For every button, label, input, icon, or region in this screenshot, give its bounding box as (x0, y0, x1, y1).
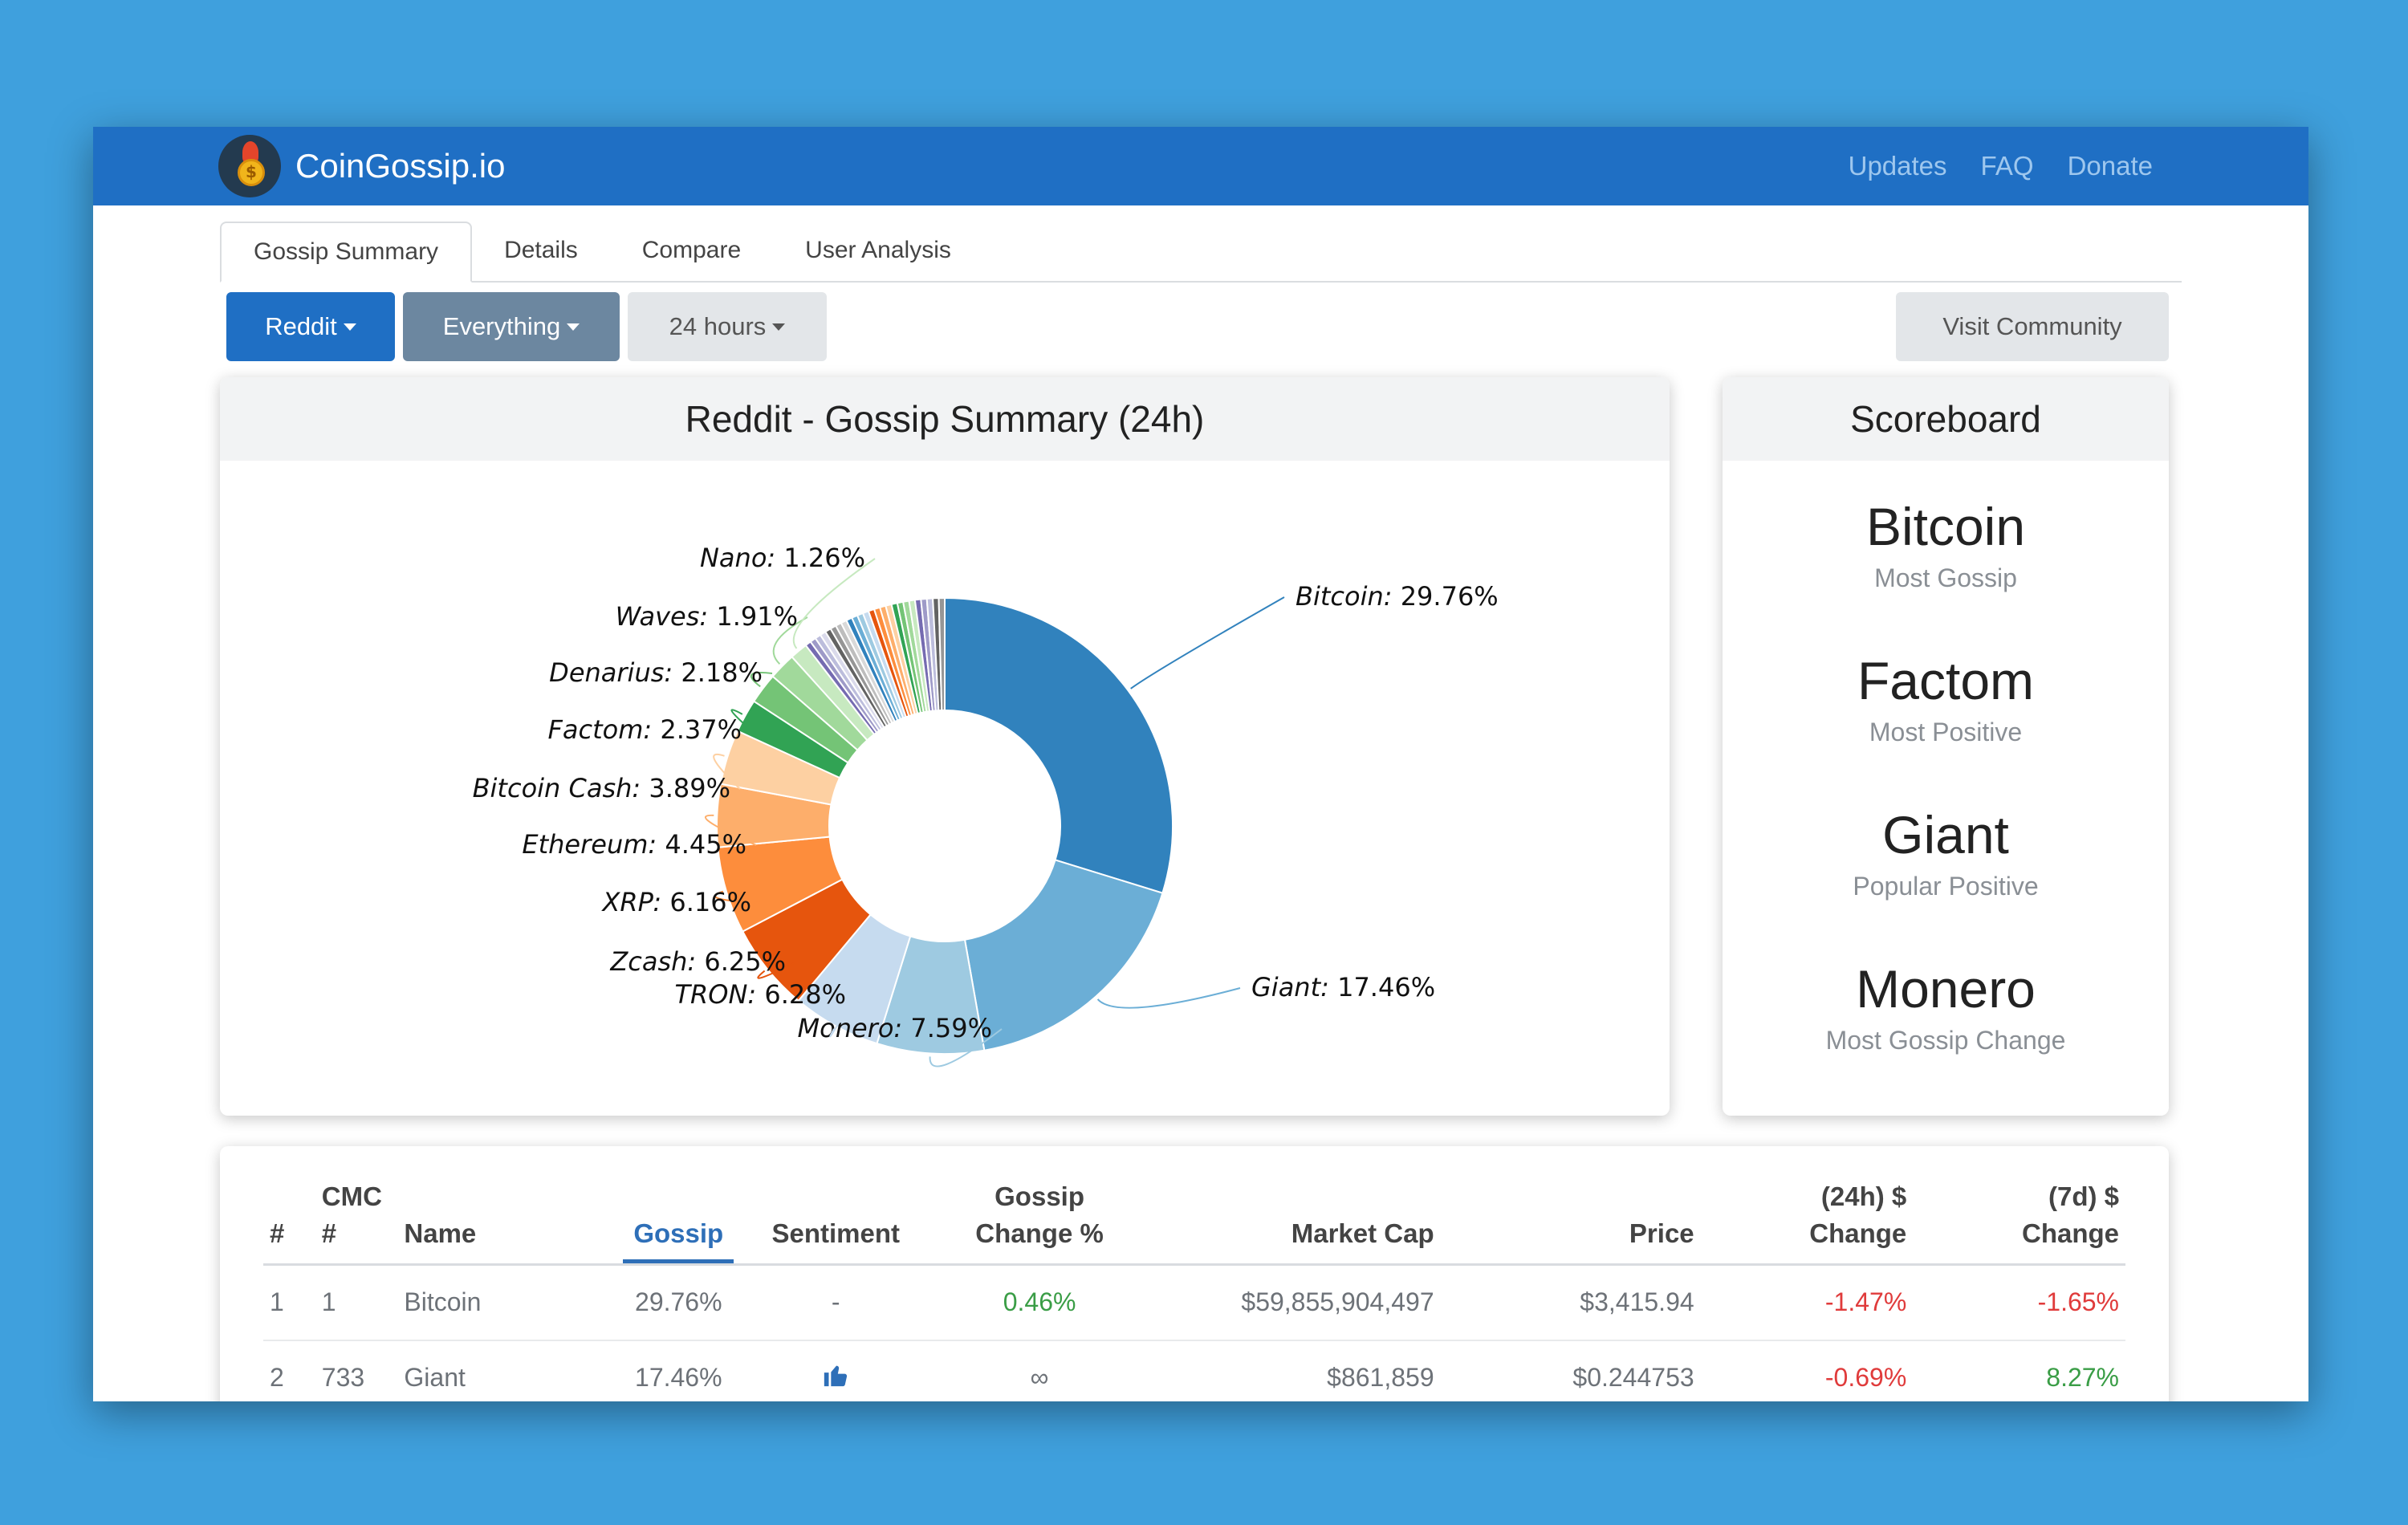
col-header-gossip[interactable]: Gossip (623, 1178, 734, 1266)
nav-link-donate[interactable]: Donate (2068, 151, 2153, 181)
score-label: Most Gossip Change (1825, 1026, 2066, 1055)
cell-gossip: 17.46% (623, 1340, 734, 1401)
brand[interactable]: CoinGossip.io (218, 133, 505, 199)
cell-change-7d: 8.27% (1913, 1340, 2125, 1401)
nav-links: Updates FAQ Donate (1815, 127, 2153, 205)
col-header-change-24h[interactable]: (24h) $ Change (1700, 1178, 1914, 1266)
cell-market-cap: $59,855,904,497 (1141, 1264, 1441, 1341)
table-row[interactable]: 2 733 Giant 17.46% ∞ $861,859 $0.244753 … (263, 1340, 2125, 1401)
tab-gossip-summary[interactable]: Gossip Summary (220, 222, 473, 283)
cell-price: $3,415.94 (1440, 1264, 1701, 1341)
pie-data-label: Factom: 2.37% (547, 714, 742, 745)
col-header-price[interactable]: Price (1440, 1178, 1701, 1266)
caret-down-icon (567, 323, 580, 331)
col-header-rank[interactable]: # (263, 1178, 315, 1266)
source-dropdown-label: Reddit (265, 312, 337, 340)
thumbs-up-icon (824, 1365, 848, 1386)
col-header-change-7d[interactable]: (7d) $ Change (1913, 1178, 2125, 1266)
score-most-positive: Factom Most Positive (1723, 650, 2169, 747)
cell-change-7d: -1.65% (1913, 1264, 2125, 1341)
scope-dropdown[interactable]: Everything (403, 292, 620, 361)
cell-gossip-change: ∞ (938, 1340, 1141, 1401)
scoreboard-title: Scoreboard (1723, 377, 2169, 461)
cell-gossip-change: 0.46% (938, 1264, 1141, 1341)
coingossip-logo-icon (218, 135, 281, 197)
pie-leader-line (1096, 987, 1241, 1009)
score-label: Most Positive (1869, 718, 2023, 746)
pie-slice-bitcoin[interactable] (944, 596, 1173, 894)
table-row[interactable]: 1 1 Bitcoin 29.76% - 0.46% $59,855,904,4… (263, 1264, 2125, 1341)
cell-price: $0.244753 (1440, 1340, 1701, 1401)
tab-user-analysis[interactable]: User Analysis (773, 220, 983, 281)
score-most-gossip: Bitcoin Most Gossip (1723, 496, 2169, 593)
period-dropdown[interactable]: 24 hours (628, 292, 827, 361)
pie-leader-line (1130, 596, 1285, 689)
score-label: Most Gossip (1874, 563, 2017, 592)
cell-name[interactable]: Giant (397, 1340, 624, 1401)
caret-down-icon (343, 323, 356, 331)
gossip-donut-chart: Bitcoin: 29.76% Giant: 17.46% Monero: 7.59… (473, 543, 1499, 1068)
cell-sentiment (734, 1340, 938, 1401)
chart-card-title: Reddit - Gossip Summary (24h) (220, 377, 1670, 461)
pie-data-label: Nano: 1.26% (700, 543, 865, 573)
pie-data-label: Waves: 1.91% (616, 601, 798, 632)
nav-link-updates[interactable]: Updates (1849, 151, 1947, 181)
pie-data-label: TRON: 6.28% (674, 979, 846, 1010)
pie-slice-giant[interactable] (963, 859, 1164, 1051)
brand-name: CoinGossip.io (295, 147, 506, 185)
pie-data-label: Denarius: 2.18% (549, 657, 763, 688)
cell-gossip: 29.76% (623, 1264, 734, 1341)
col-header-cmc[interactable]: CMC # (315, 1178, 398, 1266)
source-dropdown[interactable]: Reddit (226, 292, 395, 361)
cell-name[interactable]: Bitcoin (397, 1264, 624, 1341)
app-window: CoinGossip.io Updates FAQ Donate Gossip … (93, 127, 2308, 1401)
pie-data-label: Giant: 17.46% (1251, 972, 1435, 1002)
gossip-table: # CMC # Name Gossip Sentiment Gossip Chan… (263, 1178, 2125, 1401)
tab-details[interactable]: Details (472, 220, 610, 281)
col-header-name[interactable]: Name (397, 1178, 624, 1266)
score-label: Popular Positive (1853, 872, 2039, 901)
pie-data-label: Zcash: 6.25% (609, 946, 786, 977)
pie-data-label: XRP: 6.16% (601, 887, 752, 917)
cell-rank: 1 (263, 1264, 315, 1341)
visit-community-button[interactable]: Visit Community (1896, 292, 2169, 361)
col-header-sentiment[interactable]: Sentiment (734, 1178, 938, 1266)
score-coin-name[interactable]: Bitcoin (1723, 496, 2169, 557)
table-header-row: # CMC # Name Gossip Sentiment Gossip Chan… (263, 1178, 2125, 1266)
score-popular-positive: Giant Popular Positive (1723, 804, 2169, 901)
caret-down-icon (772, 323, 786, 331)
tab-compare[interactable]: Compare (610, 220, 773, 281)
tab-bar: Gossip Summary Details Compare User Anal… (220, 215, 2182, 283)
cell-market-cap: $861,859 (1141, 1340, 1441, 1401)
cell-cmc: 733 (315, 1340, 398, 1401)
score-coin-name[interactable]: Monero (1723, 958, 2169, 1019)
gossip-table-card: # CMC # Name Gossip Sentiment Gossip Chan… (220, 1146, 2169, 1401)
score-coin-name[interactable]: Factom (1723, 650, 2169, 711)
cell-rank: 2 (263, 1340, 315, 1401)
score-most-gossip-change: Monero Most Gossip Change (1723, 958, 2169, 1055)
col-header-market-cap[interactable]: Market Cap (1141, 1178, 1441, 1266)
pie-data-label: Ethereum: 4.45% (522, 829, 746, 860)
nav-link-faq[interactable]: FAQ (1981, 151, 2034, 181)
cell-sentiment: - (734, 1264, 938, 1341)
gossip-summary-card: Reddit - Gossip Summary (24h) Bitcoin: 2… (220, 377, 1670, 1116)
cell-cmc: 1 (315, 1264, 398, 1341)
period-dropdown-label: 24 hours (669, 312, 767, 340)
pie-data-label: Monero: 7.59% (798, 1013, 993, 1043)
cell-change-24h: -0.69% (1700, 1340, 1914, 1401)
col-header-gossip-change[interactable]: Gossip Change % (938, 1178, 1141, 1266)
scope-dropdown-label: Everything (442, 312, 561, 340)
top-navbar: CoinGossip.io Updates FAQ Donate (93, 127, 2308, 205)
pie-data-label: Bitcoin Cash: 3.89% (473, 773, 730, 803)
scoreboard-card: Scoreboard Bitcoin Most Gossip Factom Mo… (1723, 377, 2169, 1116)
cell-change-24h: -1.47% (1700, 1264, 1914, 1341)
pie-data-label: Bitcoin: 29.76% (1296, 581, 1499, 612)
score-coin-name[interactable]: Giant (1723, 804, 2169, 865)
